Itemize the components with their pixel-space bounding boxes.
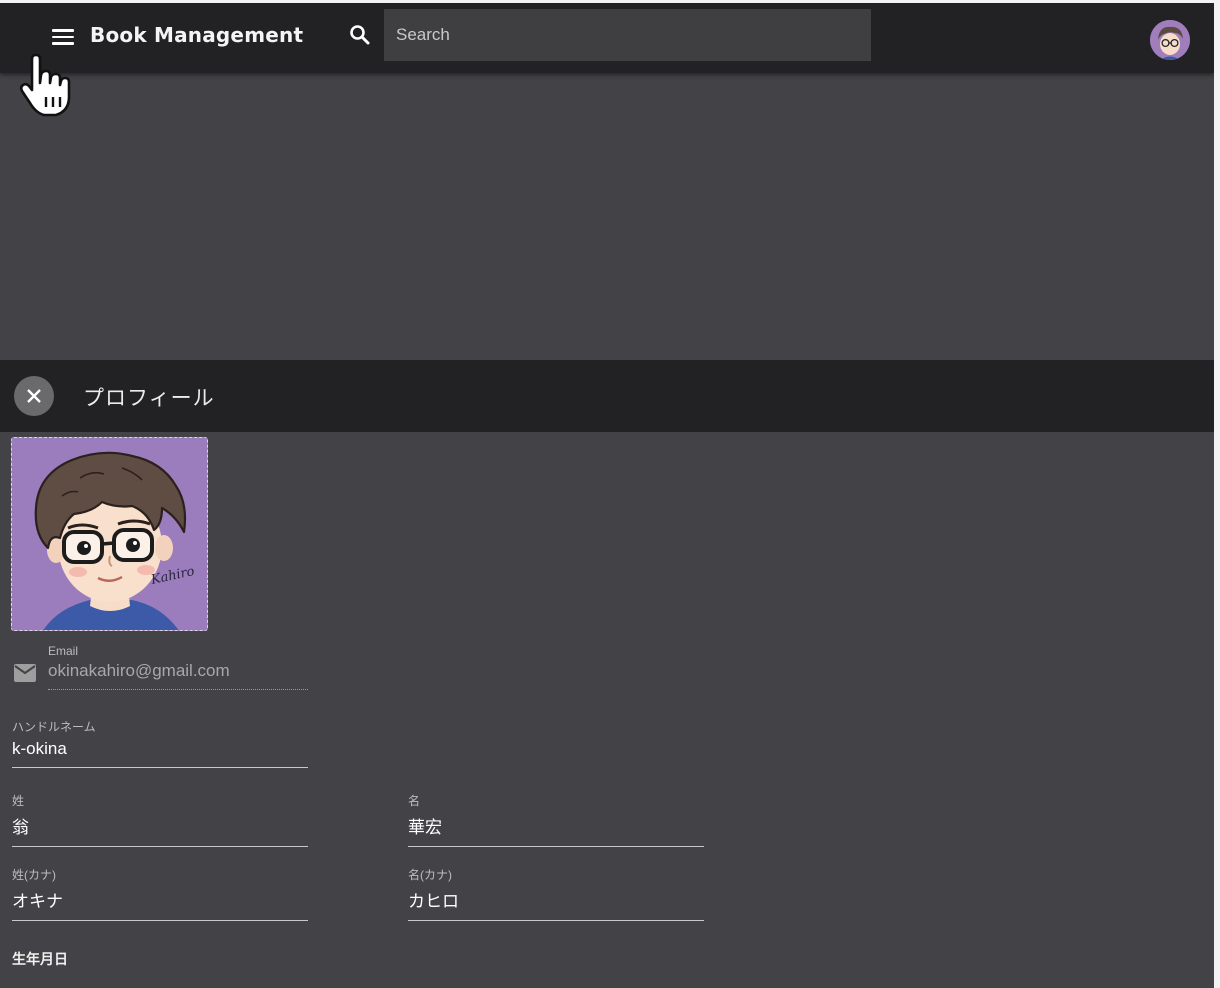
close-button[interactable] bbox=[14, 376, 54, 416]
last-name-kana-field[interactable]: 姓(カナ) オキナ bbox=[12, 866, 308, 921]
first-name-field[interactable]: 名 華宏 bbox=[408, 792, 704, 847]
search-icon bbox=[350, 25, 370, 45]
first-name-kana-input[interactable]: カヒロ bbox=[408, 887, 704, 912]
email-value: okinakahiro@gmail.com bbox=[48, 661, 230, 680]
handle-name-input[interactable]: k-okina bbox=[12, 739, 308, 759]
close-icon bbox=[27, 389, 41, 403]
search-input[interactable] bbox=[384, 9, 871, 61]
email-field: Email okinakahiro@gmail.com bbox=[48, 644, 308, 690]
first-name-kana-field[interactable]: 名(カナ) カヒロ bbox=[408, 866, 704, 921]
birthday-label: 生年月日 bbox=[12, 952, 68, 968]
panel-title: プロフィール bbox=[83, 386, 215, 410]
handle-name-field[interactable]: ハンドルネーム k-okina bbox=[12, 718, 308, 768]
email-icon bbox=[14, 664, 36, 682]
app-bar: Book Management bbox=[0, 3, 1214, 73]
last-name-field[interactable]: 姓 翁 bbox=[12, 792, 308, 847]
hand-pointer-icon bbox=[19, 53, 71, 117]
avatar[interactable] bbox=[1150, 20, 1190, 60]
profile-panel-header: プロフィール bbox=[0, 360, 1214, 432]
app-title: Book Management bbox=[90, 23, 304, 47]
last-name-input[interactable]: 翁 bbox=[12, 813, 308, 838]
menu-icon[interactable] bbox=[52, 29, 74, 47]
first-name-input[interactable]: 華宏 bbox=[408, 813, 704, 838]
app-window: Book Management Search プロフィール Kahiro Ema… bbox=[0, 0, 1220, 988]
profile-image[interactable]: Kahiro bbox=[11, 437, 208, 631]
last-name-kana-input[interactable]: オキナ bbox=[12, 887, 308, 912]
